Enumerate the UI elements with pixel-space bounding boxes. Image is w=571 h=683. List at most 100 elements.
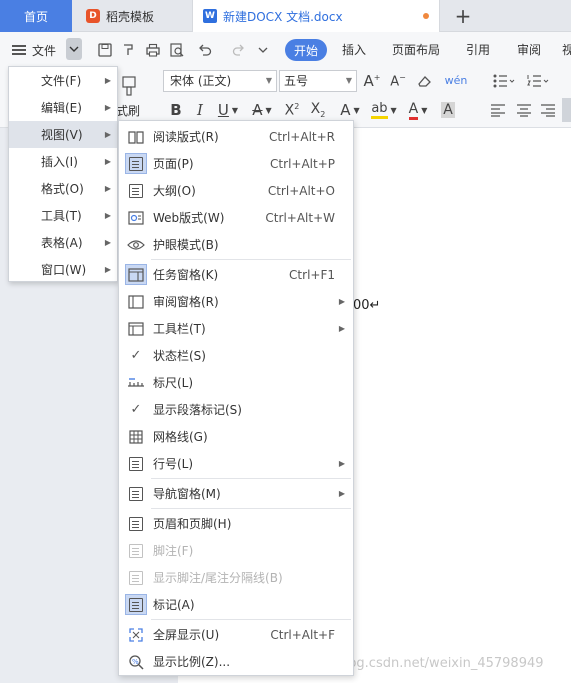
chevron-right-icon: ▶ <box>104 157 111 166</box>
main-menu-item-table[interactable]: 表格(A) ▶ <box>9 229 117 256</box>
tab-view[interactable]: 视 <box>562 41 571 58</box>
tab-start[interactable]: 开始 <box>285 39 327 61</box>
font-color-icon[interactable]: A ▼ <box>404 100 432 120</box>
view-menu-item-gridlines[interactable]: 网格线(G) <box>119 423 353 450</box>
main-menu-item-insert[interactable]: 插入(I) ▶ <box>9 148 117 175</box>
view-menu-item-status-bar[interactable]: ✓ 状态栏(S) <box>119 342 353 369</box>
tab-page-layout[interactable]: 页面布局 <box>392 41 440 58</box>
undo-icon[interactable] <box>196 41 214 59</box>
main-menu-item-tools[interactable]: 工具(T) ▶ <box>9 202 117 229</box>
clear-format-icon[interactable] <box>414 71 434 91</box>
header-footer-icon <box>125 513 147 534</box>
main-menu-item-window[interactable]: 窗口(W) ▶ <box>9 256 117 283</box>
view-menu-item-zoom[interactable]: % 显示比例(Z)... <box>119 648 353 675</box>
chevron-down-icon[interactable] <box>66 38 82 60</box>
view-menu-item-page[interactable]: 页面(P) Ctrl+Alt+P <box>119 150 353 177</box>
chevron-right-icon: ▶ <box>104 103 111 112</box>
grid-icon <box>125 426 147 447</box>
menu-separator <box>151 259 351 260</box>
highlight-icon[interactable]: ab ▼ <box>370 100 398 120</box>
save-icon[interactable] <box>96 41 114 59</box>
menu-item-label: 显示比例(Z)... <box>153 655 231 669</box>
ruler-icon <box>125 372 147 393</box>
document-text[interactable]: 00↵ <box>353 298 380 313</box>
file-menu-label: 文件 <box>32 43 57 58</box>
view-menu-item-eye-care[interactable]: 护眼模式(B) <box>119 231 353 258</box>
ribbon-tab-row: 文件 开始 插入 页面布局 引用 审阅 视 <box>0 32 571 66</box>
view-menu-item-review-pane[interactable]: 审阅窗格(R) ▶ <box>119 288 353 315</box>
main-menu-item-view[interactable]: 视图(V) ▶ <box>9 121 117 148</box>
decrease-font-icon[interactable]: A− <box>388 71 408 91</box>
view-menu-item-footnote[interactable]: 脚注(F) <box>119 537 353 564</box>
customize-toolbar-icon[interactable] <box>254 41 272 59</box>
tab-home[interactable]: 首页 <box>0 0 72 32</box>
align-left-icon[interactable] <box>488 100 508 120</box>
tab-start-label: 开始 <box>293 43 318 58</box>
align-right-icon[interactable] <box>538 100 558 120</box>
numbering-icon[interactable] <box>524 71 552 91</box>
view-menu-item-web-layout[interactable]: Web版式(W) Ctrl+Alt+W <box>119 204 353 231</box>
tab-document-label: 新建DOCX 文档.docx <box>223 9 343 24</box>
menu-item-label: 阅读版式(R) <box>153 130 219 144</box>
main-menu-item-label: 表格(A) <box>41 236 83 250</box>
main-menu-item-file[interactable]: 文件(F) ▶ <box>9 67 117 94</box>
justify-icon[interactable] <box>562 98 571 122</box>
view-menu-item-reading-layout[interactable]: 阅读版式(R) Ctrl+Alt+R <box>119 123 353 150</box>
tab-insert[interactable]: 插入 <box>342 41 366 58</box>
view-submenu: 阅读版式(R) Ctrl+Alt+R 页面(P) Ctrl+Alt+P 大纲(O… <box>118 120 354 676</box>
main-menu-item-format[interactable]: 格式(O) ▶ <box>9 175 117 202</box>
font-family-select[interactable]: 宋体 (正文) ▼ <box>163 70 277 92</box>
underline-icon[interactable]: U ▼ <box>214 100 242 120</box>
view-menu-item-header-footer[interactable]: 页眉和页脚(H) <box>119 510 353 537</box>
bold-icon[interactable]: B <box>166 100 186 120</box>
main-menu-item-label: 视图(V) <box>41 128 83 142</box>
docer-logo-icon: D <box>86 9 100 23</box>
tab-template[interactable]: D 稻壳模板 <box>76 0 188 32</box>
menu-item-shortcut: Ctrl+Alt+W <box>265 210 335 225</box>
format-painter-small-icon[interactable] <box>120 41 138 59</box>
view-menu-item-paragraph-marks[interactable]: ✓ 显示段落标记(S) <box>119 396 353 423</box>
view-menu-item-fullscreen[interactable]: 全屏显示(U) Ctrl+Alt+F <box>119 621 353 648</box>
footnote-icon <box>125 540 147 561</box>
chevron-right-icon: ▶ <box>338 324 345 333</box>
print-icon[interactable] <box>144 41 162 59</box>
file-menu-button[interactable]: 文件 <box>12 40 64 60</box>
view-menu-item-toolbar[interactable]: 工具栏(T) ▶ <box>119 315 353 342</box>
menu-item-shortcut: Ctrl+Alt+R <box>268 129 335 144</box>
character-shading-icon[interactable]: A <box>438 100 458 120</box>
redo-icon[interactable] <box>230 41 248 59</box>
subscript-icon[interactable]: X2 <box>308 100 328 120</box>
outline-icon <box>125 180 147 201</box>
tab-document[interactable]: W 新建DOCX 文档.docx <box>192 0 440 32</box>
font-size-value: 五号 <box>284 74 309 88</box>
menu-item-label: 标尺(L) <box>153 376 194 390</box>
view-menu-item-task-pane[interactable]: 任务窗格(K) Ctrl+F1 <box>119 261 353 288</box>
font-size-select[interactable]: 五号 ▼ <box>279 70 357 92</box>
view-menu-item-ruler[interactable]: 标尺(L) <box>119 369 353 396</box>
menu-item-shortcut: Ctrl+Alt+F <box>270 627 335 642</box>
view-menu-item-footnote-separator[interactable]: 显示脚注/尾注分隔线(B) <box>119 564 353 591</box>
view-menu-item-markup[interactable]: 标记(A) <box>119 591 353 618</box>
view-menu-item-line-numbers[interactable]: 行号(L) ▶ <box>119 450 353 477</box>
tab-review[interactable]: 审阅 <box>517 41 541 58</box>
print-preview-icon[interactable] <box>168 41 186 59</box>
menu-item-label: 网格线(G) <box>153 430 208 444</box>
main-menu-item-edit[interactable]: 编辑(E) ▶ <box>9 94 117 121</box>
chevron-right-icon: ▶ <box>338 459 345 468</box>
bullets-icon[interactable] <box>490 71 518 91</box>
text-effect-icon[interactable]: A ▼ <box>336 100 364 120</box>
phonetic-guide-icon[interactable]: wén <box>442 70 470 90</box>
view-menu-item-outline[interactable]: 大纲(O) Ctrl+Alt+O <box>119 177 353 204</box>
increase-font-icon[interactable]: A+ <box>362 71 382 91</box>
toolbar-icon <box>125 318 147 339</box>
menu-item-label: 状态栏(S) <box>153 349 206 363</box>
align-center-icon[interactable] <box>514 100 534 120</box>
strikethrough-icon[interactable]: A ▼ <box>248 100 276 120</box>
tab-references[interactable]: 引用 <box>466 41 490 58</box>
superscript-icon[interactable]: X2 <box>282 100 302 120</box>
italic-icon[interactable]: I <box>190 100 210 120</box>
format-painter-icon[interactable] <box>118 74 140 98</box>
view-menu-item-nav-pane[interactable]: 导航窗格(M) ▶ <box>119 480 353 507</box>
markup-icon <box>125 594 147 615</box>
new-tab-button[interactable]: + <box>448 0 478 32</box>
